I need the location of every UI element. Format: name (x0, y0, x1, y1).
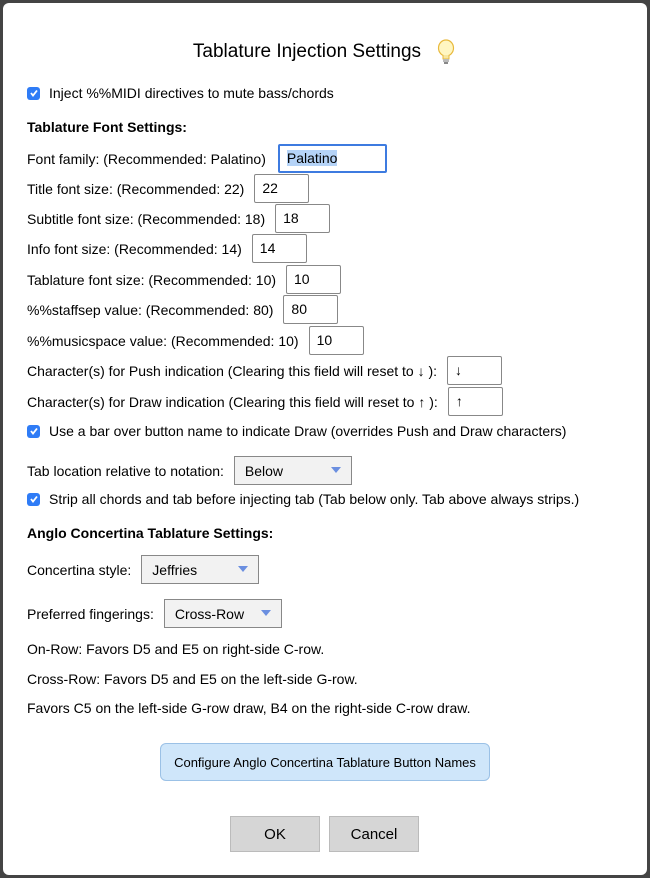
tab-font-row: Tablature font size: (Recommended: 10) 1… (27, 265, 342, 294)
strip-checkbox[interactable] (27, 492, 40, 506)
bar-over-checkbox[interactable] (27, 424, 40, 438)
cancel-button[interactable]: Cancel (329, 816, 419, 852)
bar-over-row[interactable]: Use a bar over button name to indicate D… (27, 423, 566, 439)
draw-char-row: Character(s) for Draw indication (Cleari… (27, 387, 503, 416)
subtitle-font-input[interactable]: 18 (275, 204, 331, 233)
tab-font-input[interactable]: 10 (286, 265, 342, 294)
strip-row[interactable]: Strip all chords and tab before injectin… (27, 491, 579, 507)
info-font-input[interactable]: 14 (251, 234, 307, 263)
note-favors: Favors C5 on the left-side G-row draw, B… (27, 700, 471, 716)
staffsep-row: %%staffsep value: (Recommended: 80) 80 (27, 295, 339, 324)
subtitle-font-row: Subtitle font size: (Recommended: 18) 18 (27, 204, 331, 233)
note-cross-row: Cross-Row: Favors D5 and E5 on the left-… (27, 671, 358, 687)
inject-midi-row[interactable]: Inject %%MIDI directives to mute bass/ch… (27, 85, 334, 101)
info-font-row: Info font size: (Recommended: 14) 14 (27, 234, 307, 263)
chevron-down-icon (238, 566, 249, 572)
dialog-title: Tablature Injection Settings (3, 39, 647, 65)
title-font-row: Title font size: (Recommended: 22) 22 (27, 174, 310, 203)
font-family-row: Font family: (Recommended: Palatino) Pal… (27, 144, 387, 173)
inject-midi-checkbox[interactable] (27, 86, 40, 100)
draw-char-input[interactable]: ↑ (447, 387, 503, 416)
fingering-select[interactable]: Cross-Row (163, 599, 282, 628)
chevron-down-icon (260, 610, 271, 616)
tab-location-row: Tab location relative to notation: Below (27, 456, 352, 485)
staffsep-input[interactable]: 80 (283, 295, 339, 324)
settings-dialog: Tablature Injection Settings Inject %%MI… (3, 3, 647, 875)
push-char-row: Character(s) for Push indication (Cleari… (27, 356, 503, 385)
push-char-input[interactable]: ↓ (447, 356, 503, 385)
title-font-input[interactable]: 22 (254, 174, 310, 203)
configure-button-names-button[interactable]: Configure Anglo Concertina Tablature But… (160, 743, 490, 781)
note-on-row: On-Row: Favors D5 and E5 on right-side C… (27, 641, 325, 657)
anglo-section-title: Anglo Concertina Tablature Settings: (27, 525, 274, 541)
fingering-row: Preferred fingerings: Cross-Row (27, 599, 282, 628)
font-section-title: Tablature Font Settings: (27, 119, 187, 135)
concertina-style-select[interactable]: Jeffries (141, 555, 260, 584)
musicspace-input[interactable]: 10 (308, 326, 364, 355)
musicspace-row: %%musicspace value: (Recommended: 10) 10 (27, 326, 364, 355)
concertina-style-row: Concertina style: Jeffries (27, 555, 260, 584)
tab-location-select[interactable]: Below (233, 456, 352, 485)
chevron-down-icon (330, 467, 341, 473)
font-family-input[interactable]: Palatino (277, 144, 387, 173)
lightbulb-icon (435, 39, 457, 65)
ok-button[interactable]: OK (230, 816, 320, 852)
